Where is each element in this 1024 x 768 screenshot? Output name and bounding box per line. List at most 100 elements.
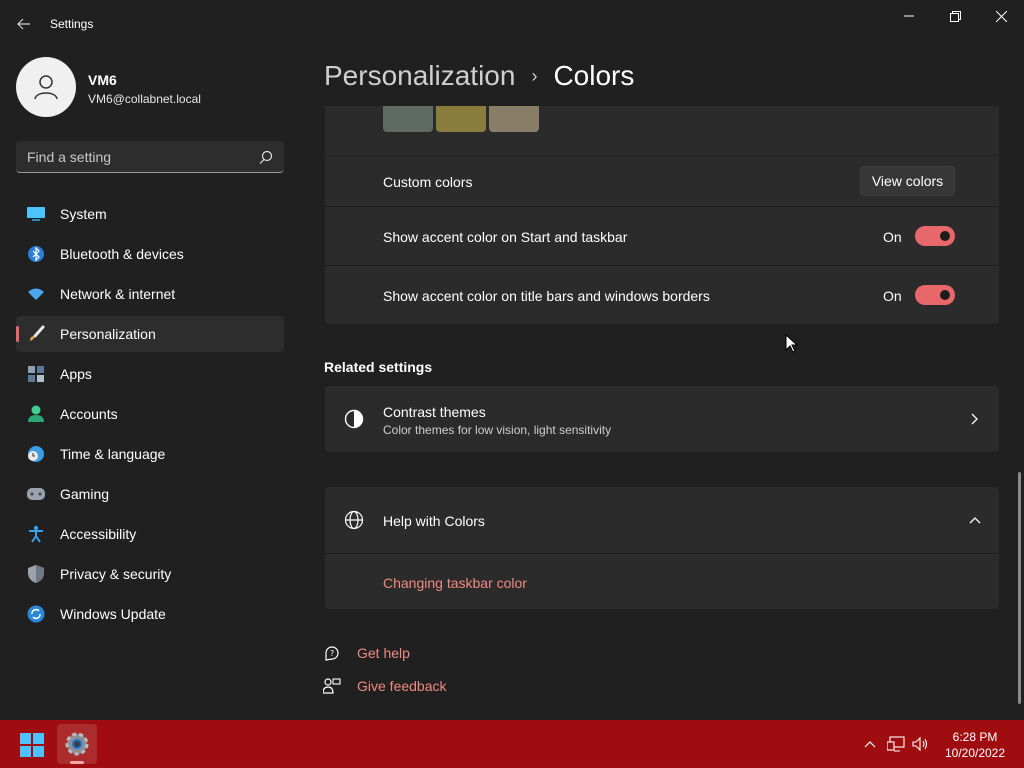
- breadcrumb-separator-icon: ›: [531, 65, 538, 86]
- accent-start-state: On: [883, 229, 902, 245]
- related-settings-heading: Related settings: [324, 359, 433, 375]
- sidebar-item-accessibility[interactable]: Accessibility: [16, 516, 284, 552]
- accent-titlebar-state: On: [883, 288, 902, 304]
- accessibility-icon: [27, 525, 45, 543]
- mouse-cursor-icon: [785, 334, 799, 353]
- sidebar-item-privacy[interactable]: Privacy & security: [16, 556, 284, 592]
- sidebar-nav: System Bluetooth & devices Network & int…: [16, 196, 284, 636]
- contrast-icon: [343, 408, 365, 430]
- close-icon: [995, 10, 1007, 22]
- system-icon: [27, 205, 45, 223]
- sidebar-item-label: Privacy & security: [60, 566, 172, 582]
- sidebar-item-windows-update[interactable]: Windows Update: [16, 596, 284, 632]
- sidebar-item-label: Personalization: [60, 326, 156, 342]
- breadcrumb-parent[interactable]: Personalization: [324, 60, 515, 92]
- shield-icon: [27, 565, 45, 583]
- help-colors-header[interactable]: Help with Colors: [325, 487, 999, 553]
- page-title: Colors: [553, 60, 635, 91]
- taskbar: 6:28 PM 10/20/2022: [0, 720, 1024, 768]
- sidebar-item-label: Accessibility: [60, 526, 137, 542]
- clock-time: 6:28 PM: [952, 730, 998, 744]
- accent-start-row: Show accent color on Start and taskbar O…: [325, 207, 999, 265]
- app-title: Settings: [50, 17, 94, 31]
- sidebar-item-label: Time & language: [60, 446, 166, 462]
- sidebar-item-label: Gaming: [60, 486, 110, 502]
- clock-globe-icon: [27, 445, 45, 463]
- sidebar-item-bluetooth[interactable]: Bluetooth & devices: [16, 236, 284, 272]
- accent-titlebar-toggle[interactable]: [915, 285, 955, 305]
- give-feedback-label: Give feedback: [357, 678, 447, 694]
- wifi-icon: [27, 285, 45, 303]
- minimize-button[interactable]: [886, 0, 932, 32]
- minimize-icon: [904, 15, 914, 17]
- changing-taskbar-color-link[interactable]: Changing taskbar color: [383, 575, 527, 591]
- gamepad-icon: [27, 485, 45, 503]
- accent-start-label: Show accent color on Start and taskbar: [383, 229, 628, 245]
- custom-colors-row: Custom colors View colors: [325, 156, 999, 206]
- restore-icon: [949, 10, 961, 22]
- settings-gear-icon: [65, 732, 89, 756]
- taskbar-settings-app[interactable]: [57, 724, 97, 764]
- user-name: VM6: [88, 72, 117, 88]
- sidebar-item-accounts[interactable]: Accounts: [16, 396, 284, 432]
- sidebar-item-personalization[interactable]: Personalization: [16, 316, 284, 352]
- sidebar-item-network[interactable]: Network & internet: [16, 276, 284, 312]
- accent-titlebar-row: Show accent color on title bars and wind…: [325, 266, 999, 324]
- custom-colors-label: Custom colors: [383, 174, 473, 190]
- feedback-icon: [322, 676, 342, 696]
- sidebar-item-label: Bluetooth & devices: [60, 246, 184, 262]
- sidebar-item-system[interactable]: System: [16, 196, 284, 232]
- back-button[interactable]: [14, 14, 34, 34]
- help-colors-title: Help with Colors: [383, 513, 485, 529]
- sidebar-item-label: Accounts: [60, 406, 118, 422]
- volume-icon[interactable]: [911, 734, 931, 754]
- contrast-themes-subtitle: Color themes for low vision, light sensi…: [383, 423, 612, 437]
- person-icon: [34, 75, 58, 100]
- contrast-themes-row[interactable]: Contrast themes Color themes for low vis…: [325, 386, 999, 452]
- search-input[interactable]: Find a setting: [16, 141, 284, 173]
- chevron-right-icon: [967, 411, 983, 427]
- avatar: [16, 57, 76, 117]
- contrast-themes-title: Contrast themes: [383, 404, 486, 420]
- color-swatch[interactable]: [383, 106, 433, 132]
- scrollbar[interactable]: [1018, 472, 1021, 704]
- color-swatch[interactable]: [489, 106, 539, 132]
- bluetooth-icon: [27, 245, 45, 263]
- help-colors-content: Changing taskbar color: [325, 554, 999, 609]
- accent-titlebar-label: Show accent color on title bars and wind…: [383, 288, 710, 304]
- brush-icon: [27, 325, 45, 343]
- get-help-link[interactable]: ? Get help: [322, 642, 410, 664]
- sidebar-item-gaming[interactable]: Gaming: [16, 476, 284, 512]
- restore-button[interactable]: [932, 0, 978, 32]
- back-arrow-icon: [17, 18, 30, 30]
- view-colors-button[interactable]: View colors: [860, 166, 955, 196]
- sidebar-item-label: Windows Update: [60, 606, 166, 622]
- sidebar-item-label: Network & internet: [60, 286, 176, 302]
- chevron-up-icon[interactable]: [860, 734, 880, 754]
- active-app-indicator: [70, 761, 84, 764]
- network-icon[interactable]: [886, 734, 906, 754]
- update-icon: [27, 605, 45, 623]
- breadcrumb: Personalization › Colors: [324, 58, 634, 94]
- search-icon: [259, 150, 273, 164]
- sidebar-item-time-language[interactable]: Time & language: [16, 436, 284, 472]
- start-button[interactable]: [20, 733, 44, 757]
- help-chat-icon: ?: [322, 643, 342, 663]
- svg-text:?: ?: [330, 649, 334, 658]
- sidebar-item-label: System: [60, 206, 107, 222]
- sidebar-item-apps[interactable]: Apps: [16, 356, 284, 392]
- apps-icon: [27, 365, 45, 383]
- get-help-label: Get help: [357, 645, 410, 661]
- accounts-icon: [27, 405, 45, 423]
- accent-start-toggle[interactable]: [915, 226, 955, 246]
- close-button[interactable]: [978, 0, 1024, 32]
- clock-date: 10/20/2022: [944, 746, 1006, 760]
- taskbar-clock[interactable]: 6:28 PM 10/20/2022: [940, 729, 1010, 761]
- accent-swatches-card: [325, 106, 999, 155]
- title-bar: Settings: [0, 0, 1024, 48]
- color-swatch[interactable]: [436, 106, 486, 132]
- chevron-up-icon: [967, 512, 983, 528]
- windows-logo-icon: [20, 733, 44, 757]
- globe-icon: [343, 509, 365, 531]
- give-feedback-link[interactable]: Give feedback: [322, 675, 447, 697]
